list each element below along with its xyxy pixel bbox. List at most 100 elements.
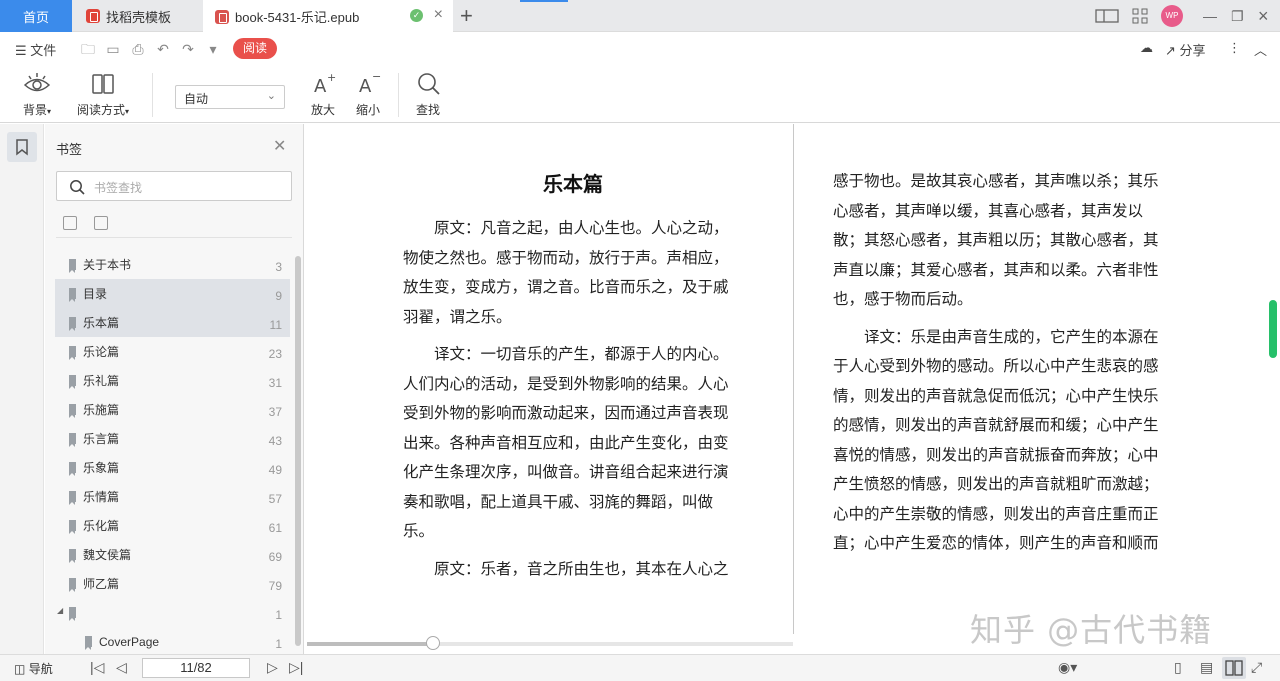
dual-page-view-icon[interactable] xyxy=(1222,657,1246,679)
bookmark-item[interactable]: 师乙篇 79 xyxy=(55,569,290,598)
epub-icon xyxy=(215,9,229,24)
tab-home[interactable]: 首页 xyxy=(0,0,72,32)
reading-progress-handle[interactable] xyxy=(426,636,440,650)
last-page-icon[interactable]: ▷| xyxy=(289,659,303,676)
file-menu-label: 文件 xyxy=(30,43,57,58)
tab-close-icon[interactable]: × xyxy=(434,6,443,24)
scroll-view-icon[interactable]: ▤ xyxy=(1200,659,1213,676)
bookmark-label: 乐化篇 xyxy=(83,519,120,533)
background-button[interactable]: 背景▾ xyxy=(18,71,56,118)
bookmark-flag-icon xyxy=(69,491,76,505)
more-dropdown-icon[interactable]: ▾ xyxy=(205,41,221,57)
bookmark-flag-icon xyxy=(69,375,76,389)
bookmark-panel: 书签 ✕ 书签查找 关于本书 3 目录 9 乐本篇 11 乐论篇 23 乐礼篇 31 乐施… xyxy=(45,124,304,654)
first-page-icon[interactable]: |◁ xyxy=(90,659,104,676)
page-divider xyxy=(793,124,794,634)
bookmark-item[interactable]: 乐论篇 23 xyxy=(55,337,290,366)
print-icon[interactable]: ⎙ xyxy=(130,41,146,57)
bookmark-item[interactable]: 乐言篇 43 xyxy=(55,424,290,453)
sync-check-icon: ✓ xyxy=(410,9,423,22)
tab-templates[interactable]: 找稻壳模板 xyxy=(74,0,202,32)
bookmark-search-input[interactable]: 书签查找 xyxy=(56,171,292,201)
watermark: 知乎 @古代书籍 xyxy=(970,611,1213,649)
fullscreen-icon[interactable]: ⤢ xyxy=(1251,659,1262,676)
svg-text:+: + xyxy=(327,71,336,84)
zoom-in-button[interactable]: A + 放大 xyxy=(308,71,338,118)
bookmark-item[interactable]: 乐礼篇 31 xyxy=(55,366,290,395)
next-page-icon[interactable]: ▷ xyxy=(267,659,278,676)
find-button[interactable]: 查找 xyxy=(412,71,444,118)
page-number-input[interactable]: 11/82 xyxy=(142,658,250,678)
bookmark-group[interactable]: ◢ 1 xyxy=(55,598,290,627)
undo-icon[interactable]: ↶ xyxy=(155,41,171,57)
more-icon[interactable]: ⋮ xyxy=(1228,40,1241,56)
reading-scrollbar[interactable] xyxy=(1269,300,1277,358)
bookmark-page: 1 xyxy=(275,608,282,622)
read-mode-button[interactable]: 阅读方式▾ xyxy=(73,71,133,118)
bookmark-label: 魏文侯篇 xyxy=(83,548,132,562)
open-folder-icon[interactable]: 🗀 xyxy=(80,41,96,57)
single-page-view-icon[interactable]: ▯ xyxy=(1174,659,1182,676)
bookmark-item[interactable]: 目录 9 xyxy=(55,279,290,308)
bookmark-item[interactable]: 乐化篇 61 xyxy=(55,511,290,540)
zoom-out-button[interactable]: A − 缩小 xyxy=(353,71,383,118)
collapse-arrow-icon[interactable]: ◢ xyxy=(57,606,63,615)
prev-page-icon[interactable]: ◁ xyxy=(116,659,127,676)
apps-grid-icon[interactable] xyxy=(1132,0,1148,32)
bookmark-item[interactable]: 乐施篇 37 xyxy=(55,395,290,424)
user-avatar[interactable]: WP xyxy=(1161,5,1183,27)
find-label: 查找 xyxy=(415,103,440,117)
bookmark-item[interactable]: 乐象篇 49 xyxy=(55,453,290,482)
layout-icon[interactable] xyxy=(1095,0,1119,32)
zoom-in-label: 放大 xyxy=(310,103,335,117)
cloud-sync-icon[interactable]: ☁ xyxy=(1140,40,1153,56)
minimize-icon[interactable]: — xyxy=(1203,0,1217,32)
bookmark-flag-icon xyxy=(85,636,92,650)
bookmark-page: 3 xyxy=(275,260,282,274)
bookmark-item[interactable]: CoverPage 1 xyxy=(55,627,290,656)
expand-all-icon[interactable] xyxy=(63,216,77,230)
save-icon[interactable]: ▭ xyxy=(105,41,121,57)
right-page: 感于物也。是故其哀心感者，其声噍以杀；其乐心感者，其声啴以缓，其喜心感者，其声发… xyxy=(833,167,1173,567)
background-label: 背景 xyxy=(22,103,47,117)
redo-icon[interactable]: ↷ xyxy=(180,41,196,57)
bookmark-page: 49 xyxy=(268,463,282,477)
bookmark-item-current[interactable]: 乐本篇 11 xyxy=(55,308,290,337)
close-panel-icon[interactable]: ✕ xyxy=(273,136,286,156)
eye-protect-icon[interactable]: ◉▾ xyxy=(1058,659,1077,676)
read-button[interactable]: 阅读 xyxy=(233,38,277,59)
zoom-select[interactable]: 自动 ⌄ xyxy=(175,85,285,109)
paragraph: 原文：凡音之起，由人心生也。人心之动，物使之然也。感于物而动，放行于声。声相应，… xyxy=(403,219,729,326)
bookmark-flag-icon xyxy=(69,346,76,360)
navigation-toggle[interactable]: ◫ 导航 xyxy=(14,660,53,677)
tab-book[interactable]: book-5431-乐记.epub ✓ × xyxy=(203,0,453,33)
collapse-all-icon[interactable] xyxy=(94,216,109,230)
share-icon: ↗ xyxy=(1165,43,1176,58)
read-mode-label: 阅读方式 xyxy=(76,103,125,117)
share-button[interactable]: ↗ 分享 xyxy=(1165,40,1206,59)
paragraph: 感于物也。是故其哀心感者，其声噍以杀；其乐心感者，其声啴以缓，其喜心感者，其声发… xyxy=(833,172,1159,308)
restore-icon[interactable]: ❐ xyxy=(1231,0,1244,32)
side-rail xyxy=(0,124,44,654)
bookmark-list: 关于本书 3 目录 9 乐本篇 11 乐论篇 23 乐礼篇 31 乐施篇 37 乐言篇 43 … xyxy=(55,250,290,656)
bookmark-page: 57 xyxy=(268,492,282,506)
panel-scrollbar[interactable] xyxy=(295,256,301,646)
bookmark-item[interactable]: 乐情篇 57 xyxy=(55,482,290,511)
bookmark-page: 23 xyxy=(268,347,282,361)
chapter-title: 乐本篇 xyxy=(543,172,603,196)
tab-templates-label: 找稻壳模板 xyxy=(106,9,172,25)
reading-progress-track[interactable] xyxy=(307,636,793,650)
file-menu[interactable]: ☰ 文件 xyxy=(15,40,56,59)
collapse-ribbon-icon[interactable]: ︿ xyxy=(1254,40,1267,59)
new-tab-button[interactable]: + xyxy=(460,3,473,29)
bookmark-flag-icon xyxy=(69,404,76,418)
window-close-icon[interactable]: × xyxy=(1258,0,1269,32)
reading-progress-fill xyxy=(307,642,433,646)
search-placeholder: 书签查找 xyxy=(94,181,143,195)
bookmark-item[interactable]: 关于本书 3 xyxy=(55,250,290,279)
bookmark-item[interactable]: 魏文侯篇 69 xyxy=(55,540,290,569)
bookmark-page: 37 xyxy=(268,405,282,419)
bookmark-panel-toggle[interactable] xyxy=(7,132,37,162)
bookmark-page: 69 xyxy=(268,550,282,564)
bookmark-flag-icon xyxy=(69,462,76,476)
